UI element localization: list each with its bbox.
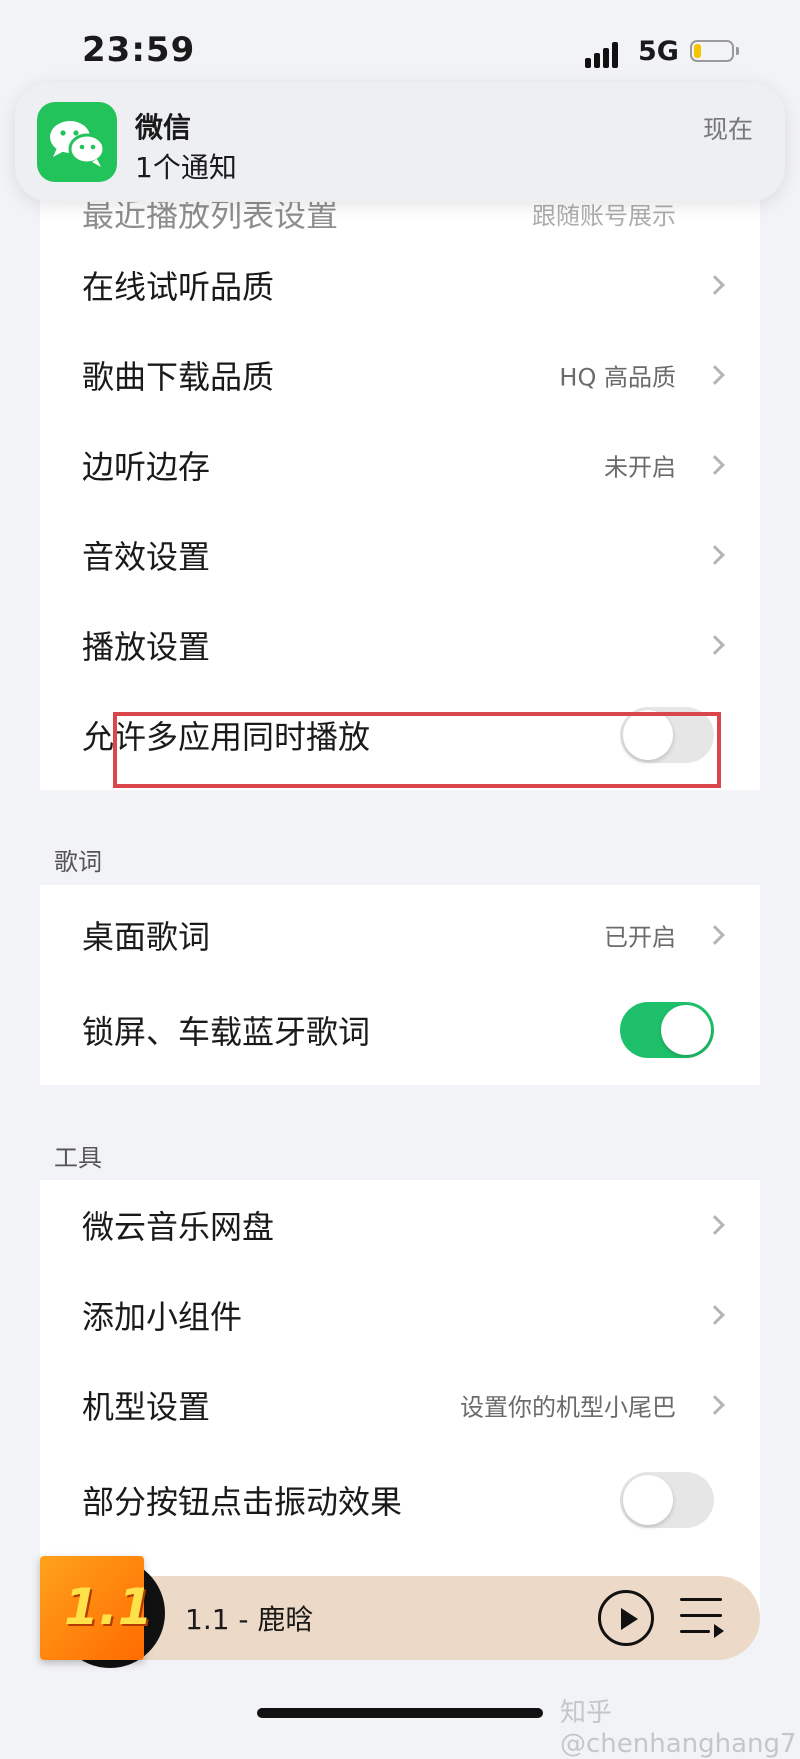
home-indicator[interactable] — [257, 1708, 543, 1718]
settings-row-value: HQ 高品质 — [559, 363, 676, 392]
chevron-right-icon — [705, 365, 725, 385]
settings-row-desktop-lyrics[interactable]: 桌面歌词 已开启 — [40, 890, 760, 980]
settings-row-add-widget[interactable]: 添加小组件 — [40, 1270, 760, 1360]
settings-row-label: 在线试听品质 — [82, 268, 275, 306]
settings-row-label: 桌面歌词 — [82, 918, 211, 956]
tools-settings-card: 微云音乐网盘 添加小组件 机型设置 设置你的机型小尾巴 部分按钮点击振动效果 — [40, 1180, 760, 1620]
vibration-toggle[interactable] — [620, 1472, 714, 1528]
settings-row-vibration: 部分按钮点击振动效果 — [40, 1455, 760, 1545]
play-button[interactable] — [598, 1590, 654, 1646]
chevron-right-icon — [705, 1395, 725, 1415]
chevron-right-icon — [705, 545, 725, 565]
settings-row-device-model[interactable]: 机型设置 设置你的机型小尾巴 — [40, 1360, 760, 1450]
settings-row-sound-effects[interactable]: 音效设置 — [40, 510, 760, 600]
settings-row-label: 机型设置 — [82, 1388, 211, 1426]
settings-row-label: 歌曲下载品质 — [82, 358, 275, 396]
wechat-icon — [37, 102, 117, 182]
playback-settings-card: 最近播放列表设置 跟随账号展示 在线试听品质 歌曲下载品质 HQ 高品质 边听边… — [40, 150, 760, 790]
notification-time: 现在 — [702, 115, 753, 144]
settings-row-label: 微云音乐网盘 — [82, 1208, 275, 1246]
settings-row-label: 音效设置 — [82, 538, 211, 576]
chevron-right-icon — [705, 275, 725, 295]
settings-row-online-quality[interactable]: 在线试听品质 — [40, 240, 760, 330]
settings-row-label: 边听边存 — [82, 448, 211, 486]
section-title-lyrics: 歌词 — [54, 848, 102, 876]
settings-row-label: 锁屏、车载蓝牙歌词 — [82, 1013, 371, 1051]
notification-app-name: 微信 — [135, 111, 192, 144]
lockscreen-lyrics-toggle[interactable] — [620, 1002, 714, 1058]
play-icon — [621, 1608, 638, 1630]
album-cover[interactable]: 1.1 — [40, 1556, 153, 1660]
settings-row-label: 播放设置 — [82, 628, 211, 666]
battery-icon — [690, 40, 740, 64]
settings-row-label: 添加小组件 — [82, 1298, 243, 1336]
watermark: 知乎 @chenhanghang7 — [560, 1698, 797, 1759]
chevron-right-icon — [705, 925, 725, 945]
settings-row-value: 已开启 — [604, 923, 676, 952]
settings-row-value: 设置你的机型小尾巴 — [460, 1393, 676, 1422]
chevron-right-icon — [705, 455, 725, 475]
settings-row-label: 部分按钮点击振动效果 — [82, 1483, 403, 1521]
playlist-icon[interactable] — [680, 1594, 726, 1638]
settings-row-playback[interactable]: 播放设置 — [40, 600, 760, 690]
now-playing-title[interactable]: 1.1 - 鹿晗 — [185, 1598, 313, 1638]
highlight-box — [113, 712, 721, 788]
settings-row-listen-save[interactable]: 边听边存 未开启 — [40, 420, 760, 510]
signal-icon — [585, 40, 627, 68]
settings-row-cloud-drive[interactable]: 微云音乐网盘 — [40, 1180, 760, 1270]
chevron-right-icon — [705, 1215, 725, 1235]
notification-message: 1个通知 — [135, 151, 237, 184]
album-cover-text: 1.1 — [64, 1578, 153, 1636]
notification-banner[interactable]: 微信 1个通知 现在 — [15, 82, 785, 202]
settings-row-value: 未开启 — [604, 453, 676, 482]
settings-row-lockscreen-lyrics: 锁屏、车载蓝牙歌词 — [40, 985, 760, 1075]
network-type: 5G — [638, 36, 679, 67]
settings-row-download-quality[interactable]: 歌曲下载品质 HQ 高品质 — [40, 330, 760, 420]
chevron-right-icon — [705, 1305, 725, 1325]
chevron-right-icon — [705, 635, 725, 655]
status-time: 23:59 — [82, 30, 196, 70]
section-title-tools: 工具 — [54, 1144, 102, 1172]
lyrics-settings-card: 桌面歌词 已开启 锁屏、车载蓝牙歌词 — [40, 885, 760, 1085]
